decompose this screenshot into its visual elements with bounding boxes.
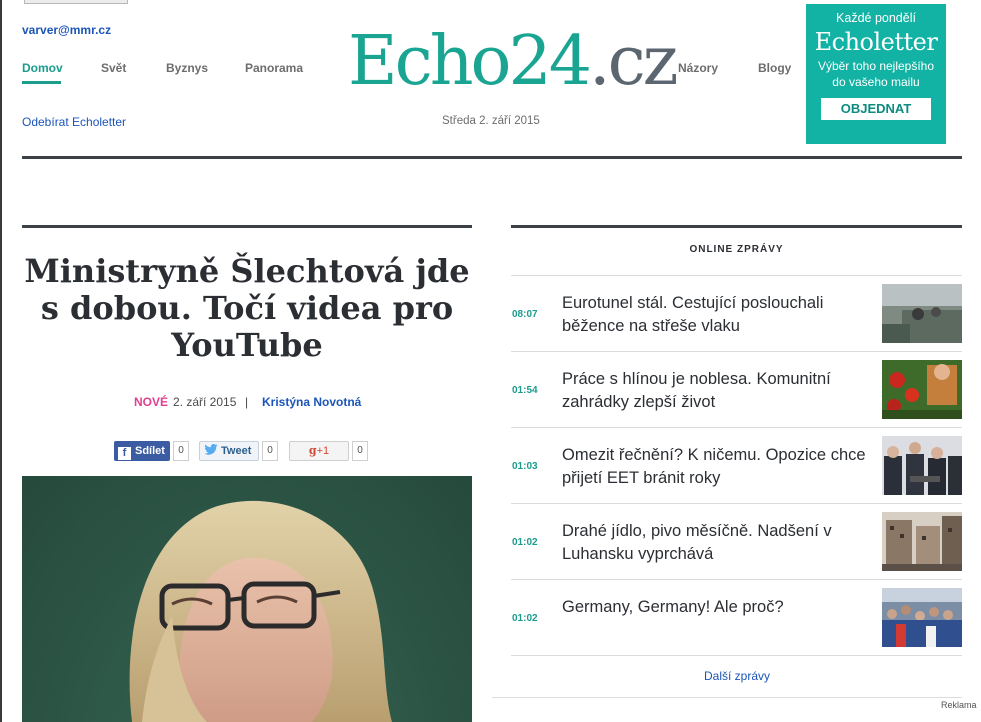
news-headline-link[interactable]: Eurotunel stál. Cestující poslouchali bě… [562, 292, 872, 338]
facebook-share-label: Sdílet [135, 445, 165, 457]
news-headline-link[interactable]: Omezit řečnění? K ničemu. Opozice chce p… [562, 444, 872, 490]
banner-title: Echoletter [814, 28, 938, 56]
news-thumbnail[interactable] [882, 360, 962, 419]
facebook-share-button[interactable]: f Sdílet [114, 441, 170, 461]
site-logo[interactable]: Echo24.cz [348, 22, 678, 102]
new-badge: NOVÉ [134, 395, 169, 409]
current-date: Středa 2. září 2015 [442, 115, 540, 127]
header-divider [22, 156, 962, 159]
nav-domov[interactable]: Domov [22, 61, 63, 75]
thumb-eurotunnel [882, 284, 962, 343]
logo-main: Echo24 [348, 22, 592, 101]
nav-nazory[interactable]: Názory [678, 61, 718, 75]
news-separator [511, 579, 962, 580]
news-separator [511, 427, 962, 428]
news-separator [511, 351, 962, 352]
facebook-share-count: 0 [173, 441, 189, 461]
logo-tld: .cz [588, 22, 679, 101]
news-headline-link[interactable]: Germany, Germany! Ale proč? [562, 596, 872, 619]
google-plus-label: +1 [316, 445, 330, 457]
news-headline-link[interactable]: Práce s hlínou je noblesa. Komunitní zah… [562, 368, 872, 414]
article-top-rule [22, 225, 472, 228]
news-separator [511, 503, 962, 504]
news-thumbnail[interactable] [882, 588, 962, 647]
news-bottom-rule [492, 697, 962, 698]
echoletter-banner[interactable]: Každé pondělí Echoletter Výběr toho nejl… [806, 4, 946, 144]
thumb-luhansk [882, 512, 962, 571]
window-left-edge [0, 0, 2, 722]
nav-byznys[interactable]: Byznys [166, 61, 208, 75]
facebook-icon: f [118, 447, 131, 460]
nav-svet[interactable]: Svět [101, 61, 126, 75]
article-title[interactable]: Ministryně Šlechtová jde s dobou. Točí v… [22, 253, 472, 364]
nav-active-underline [22, 81, 61, 84]
online-news-heading: ONLINE ZPRÁVY [689, 244, 784, 255]
twitter-tweet-count: 0 [262, 441, 278, 461]
news-thumbnail[interactable] [882, 284, 962, 343]
user-email-link[interactable]: varver@mmr.cz [22, 23, 111, 37]
banner-subtitle-2: do vašeho mailu [832, 75, 920, 89]
more-news-link[interactable]: Další zprávy [704, 669, 770, 683]
banner-order-button[interactable]: OBJEDNAT [821, 98, 931, 120]
article-photo[interactable] [22, 476, 472, 722]
top-tab-remnant [24, 0, 128, 4]
news-thumbnail[interactable] [882, 436, 962, 495]
banner-top-line: Každé pondělí [836, 11, 916, 25]
news-separator [511, 275, 962, 276]
article-date: 2. září 2015 [173, 395, 237, 409]
news-time: 01:54 [512, 385, 538, 396]
advertisement-label: Reklama [941, 700, 977, 710]
news-headline-link[interactable]: Drahé jídlo, pivo měsíčně. Nadšení v Luh… [562, 520, 872, 566]
google-plus-icon: g [308, 444, 317, 457]
thumb-germany [882, 588, 962, 647]
twitter-tweet-button[interactable]: Tweet [199, 441, 259, 461]
twitter-tweet-label: Tweet [221, 445, 252, 457]
subscribe-echoletter-link[interactable]: Odebírat Echoletter [22, 115, 126, 129]
news-time: 01:02 [512, 613, 538, 624]
news-time: 01:03 [512, 461, 538, 472]
article-author-link[interactable]: Kristýna Novotná [262, 395, 361, 409]
twitter-bird-icon [204, 444, 218, 455]
news-thumbnail[interactable] [882, 512, 962, 571]
thumb-garden [882, 360, 962, 419]
google-plus-button[interactable]: g+1 [289, 441, 349, 461]
article-photo-portrait [129, 500, 392, 722]
news-top-rule [511, 225, 962, 228]
thumb-opposition [882, 436, 962, 495]
news-time: 08:07 [512, 309, 538, 320]
banner-subtitle-1: Výběr toho nejlepšího [817, 59, 935, 73]
news-separator [511, 655, 962, 656]
meta-separator: | [245, 395, 249, 409]
nav-blogy[interactable]: Blogy [758, 61, 791, 75]
google-plus-count: 0 [352, 441, 368, 461]
news-time: 01:02 [512, 537, 538, 548]
nav-panorama[interactable]: Panorama [245, 61, 303, 75]
